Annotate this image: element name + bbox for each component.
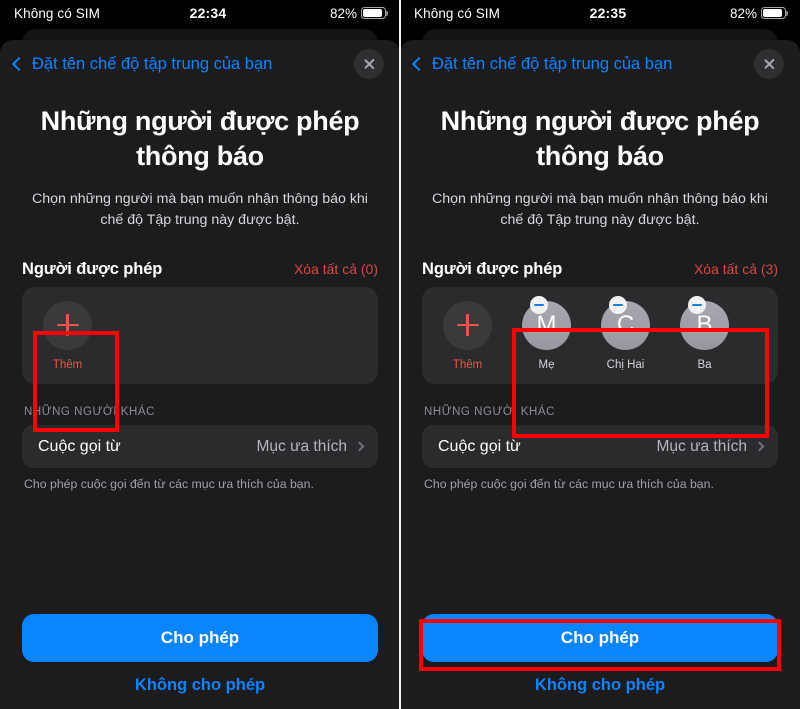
sheet-header: Đặt tên chế độ tập trung của bạn <box>0 40 400 88</box>
page-subtitle: Chọn những người mà bạn muốn nhận thông … <box>432 191 768 228</box>
avatar: C <box>601 295 650 350</box>
carrier-label: Không có SIM <box>14 5 100 21</box>
status-bar-right: 82% <box>729 5 789 21</box>
phone-panel-after: Không có SIM 22:35 82% Đặt tên chế độ tập t… <box>400 0 800 709</box>
allowed-person-name: Mẹ <box>538 358 555 371</box>
calls-from-label: Cuộc gọi từ <box>38 437 121 455</box>
battery-fill <box>763 9 783 17</box>
allow-button[interactable]: Cho phép <box>22 614 378 662</box>
minus-badge-icon[interactable] <box>688 295 706 314</box>
avatar-initial: M <box>536 311 557 339</box>
back-link[interactable]: Đặt tên chế độ tập trung của bạn <box>11 54 354 74</box>
calls-from-footnote: Cho phép cuộc gọi đến từ các mục ưa thíc… <box>24 477 314 492</box>
minus-glyph <box>534 303 544 306</box>
minus-glyph <box>692 303 702 306</box>
back-link-label: Đặt tên chế độ tập trung của bạn <box>432 54 673 73</box>
calls-from-value: Mục ưa thích <box>256 437 348 455</box>
dont-allow-button[interactable]: Không cho phép <box>0 676 400 695</box>
comparison-screenshot: Không có SIM 22:34 82% Đặt tên chế độ tập t… <box>0 0 800 709</box>
page-title: Những người được phép thông báo <box>440 106 760 171</box>
minus-badge-icon[interactable] <box>609 295 627 314</box>
clear-all-button[interactable]: Xóa tất cả (0) <box>294 261 378 277</box>
add-person-button[interactable]: Thêm <box>428 300 507 371</box>
allowed-section-title: Người được phép <box>22 260 163 279</box>
calls-from-row[interactable]: Cuộc gọi từ Mục ưa thích <box>422 425 778 469</box>
back-link-label: Đặt tên chế độ tập trung của bạn <box>32 54 273 73</box>
back-link[interactable]: Đặt tên chế độ tập trung của bạn <box>411 54 754 74</box>
add-person-label: Thêm <box>452 358 483 371</box>
panel-divider <box>399 0 401 709</box>
plus-icon <box>456 314 479 337</box>
plus-icon <box>56 314 79 337</box>
dont-allow-button[interactable]: Không cho phép <box>400 676 800 695</box>
calls-from-label: Cuộc gọi từ <box>438 437 521 455</box>
footer-actions: Cho phép Không cho phép <box>0 614 400 695</box>
clock-label: 22:34 <box>189 5 227 21</box>
status-bar-right: 82% <box>329 5 389 21</box>
battery-icon <box>761 7 789 19</box>
status-bar: Không có SIM 22:35 82% <box>400 0 800 26</box>
add-person-label: Thêm <box>52 358 83 371</box>
clock-label: 22:35 <box>589 5 627 21</box>
calls-from-value: Mục ưa thích <box>656 437 748 455</box>
avatar-initial: C <box>616 311 635 339</box>
others-section-header: NHỮNG NGƯỜI KHÁC <box>424 406 555 419</box>
allowed-section-title: Người được phép <box>422 260 563 279</box>
close-glyph <box>363 58 374 69</box>
allow-button[interactable]: Cho phép <box>422 614 778 662</box>
page-subtitle: Chọn những người mà bạn muốn nhận thông … <box>32 191 368 228</box>
allowed-person[interactable]: B Ba <box>665 295 744 371</box>
sheet-header: Đặt tên chế độ tập trung của bạn <box>400 40 800 88</box>
battery-fill <box>363 9 383 17</box>
close-icon[interactable] <box>354 49 384 79</box>
modal-sheet: Đặt tên chế độ tập trung của bạn Những ng… <box>400 40 800 709</box>
clear-all-button[interactable]: Xóa tất cả (3) <box>694 261 778 277</box>
allowed-person-name: Ba <box>697 358 712 371</box>
modal-sheet: Đặt tên chế độ tập trung của bạn Những ng… <box>0 40 400 709</box>
chevron-left-icon <box>411 56 427 72</box>
chevron-right-icon <box>754 441 765 452</box>
battery-percent-label: 82% <box>329 5 357 21</box>
allowed-person[interactable]: M Mẹ <box>507 295 586 371</box>
minus-glyph <box>613 303 623 306</box>
close-glyph <box>763 58 774 69</box>
close-icon[interactable] <box>754 49 784 79</box>
chevron-right-icon <box>354 441 365 452</box>
avatar: M <box>522 295 571 350</box>
page-title: Những người được phép thông báo <box>40 106 360 171</box>
status-bar: Không có SIM 22:34 82% <box>0 0 400 26</box>
avatar: B <box>680 295 729 350</box>
carrier-label: Không có SIM <box>414 5 500 21</box>
allowed-section-header: Người được phép Xóa tất cả (0) <box>0 230 400 287</box>
allowed-person-name: Chị Hai <box>606 358 645 371</box>
chevron-left-icon <box>11 56 27 72</box>
add-person-button[interactable]: Thêm <box>28 300 107 371</box>
allowed-people-card: Thêm <box>22 287 378 385</box>
calls-from-row[interactable]: Cuộc gọi từ Mục ưa thích <box>22 425 378 469</box>
footer-actions: Cho phép Không cho phép <box>400 614 800 695</box>
allowed-section-header: Người được phép Xóa tất cả (3) <box>400 230 800 287</box>
others-section-header: NHỮNG NGƯỜI KHÁC <box>24 406 155 419</box>
allowed-people-card: Thêm M Mẹ C Chị Hai B Ba <box>422 287 778 385</box>
battery-icon <box>361 7 389 19</box>
avatar-initial: B <box>696 311 713 339</box>
minus-badge-icon[interactable] <box>530 295 548 314</box>
battery-percent-label: 82% <box>729 5 757 21</box>
add-avatar <box>43 300 92 350</box>
add-avatar <box>443 300 492 350</box>
calls-from-footnote: Cho phép cuộc gọi đến từ các mục ưa thíc… <box>424 477 714 492</box>
phone-panel-before: Không có SIM 22:34 82% Đặt tên chế độ tập t… <box>0 0 400 709</box>
allowed-person[interactable]: C Chị Hai <box>586 295 665 371</box>
